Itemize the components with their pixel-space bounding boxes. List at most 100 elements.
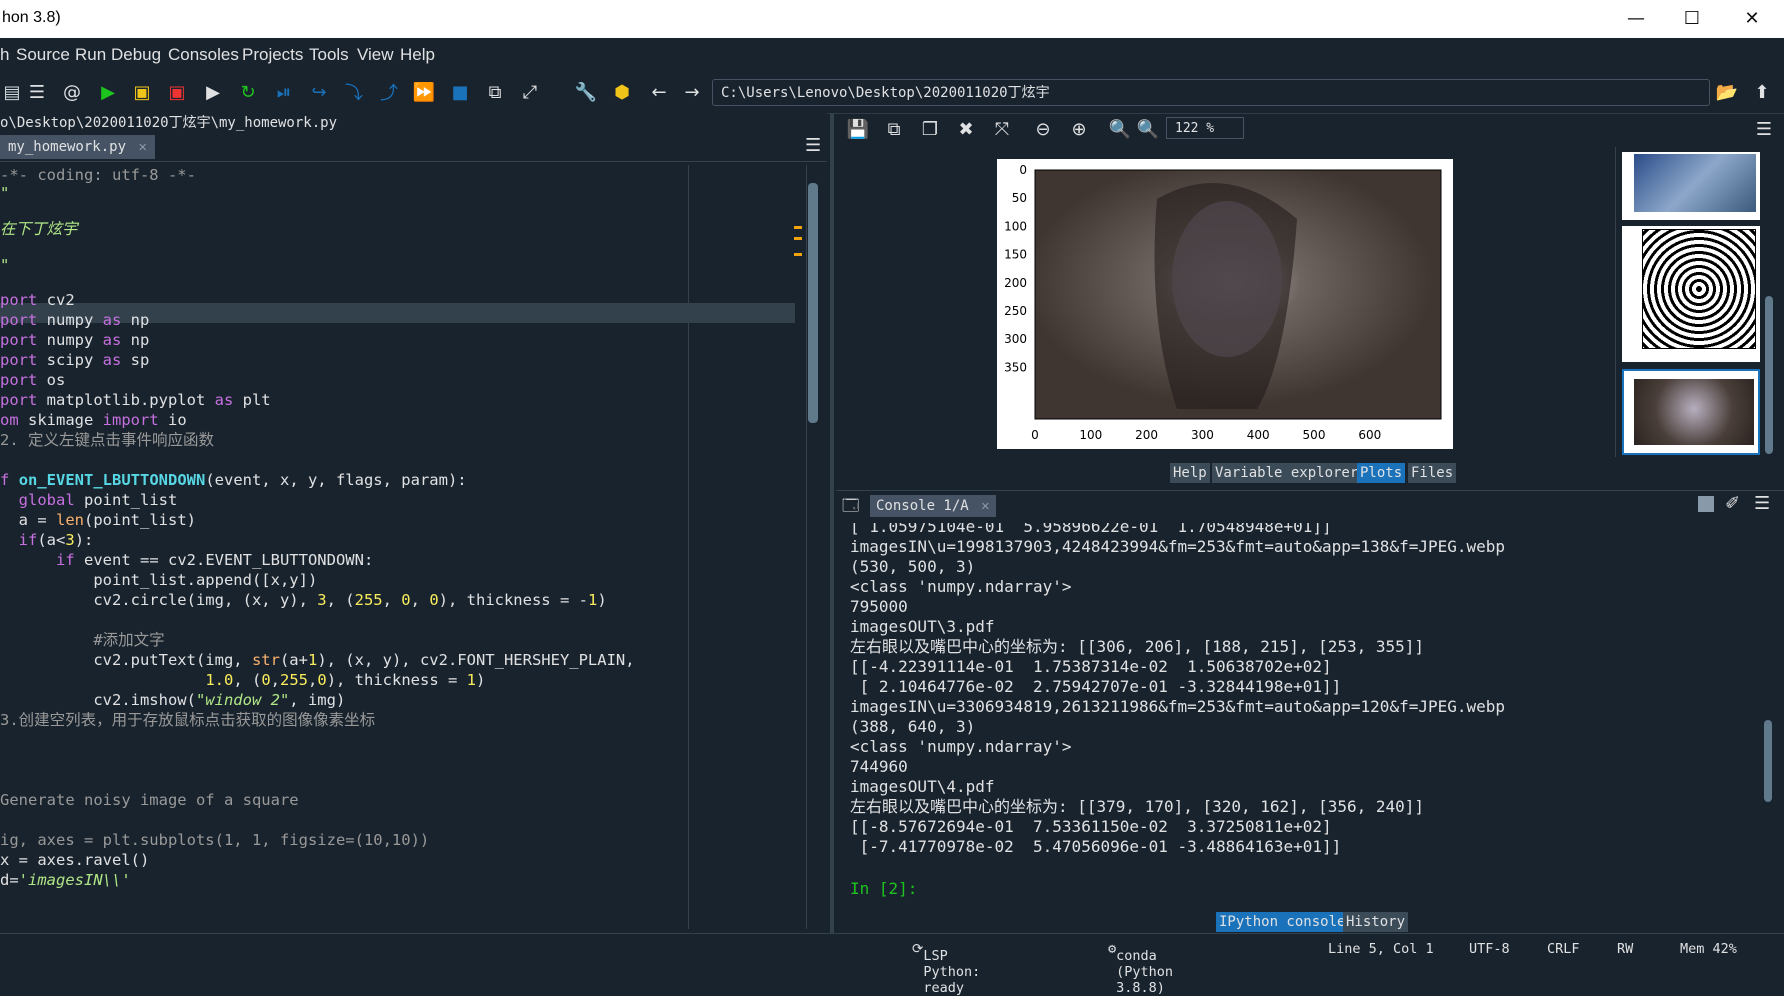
preferences-wrench-icon[interactable]: 🔧 <box>574 80 598 104</box>
console-tab-close-icon[interactable]: ✕ <box>981 498 989 514</box>
back-arrow-icon[interactable]: ← <box>647 80 671 104</box>
tab-files[interactable]: Files <box>1408 463 1457 483</box>
console-line: imagesOUT\3.pdf <box>850 617 995 636</box>
run-icon[interactable]: ▶ <box>96 80 120 104</box>
tab-ipython-console[interactable]: IPython console <box>1216 912 1349 932</box>
y-tick-label: 250 <box>1004 304 1027 318</box>
step-return-icon[interactable]: ⤴ <box>377 80 401 104</box>
console-line: 744960 <box>850 757 908 776</box>
console-line: imagesIN\u=1998137903,4248423994&fm=253&… <box>850 537 1506 556</box>
zoom-in-icon[interactable]: 🔍 <box>1136 117 1160 141</box>
save-all-plots-icon[interactable]: ⧉ <box>882 117 906 141</box>
warning-marker <box>794 226 802 229</box>
x-tick-label: 0 <box>1031 428 1039 442</box>
plot-axes-svg: 0 50 100 150 200 250 300 350 0 100 200 300 400 500 60… <box>1004 163 1442 442</box>
menu-help[interactable]: Help <box>400 45 435 65</box>
save-all-icon[interactable]: ▤ <box>0 80 24 104</box>
at-icon[interactable]: @ <box>60 80 84 104</box>
line-endings: CRLF <box>1547 941 1580 957</box>
menu-debug[interactable]: Debug <box>111 45 161 65</box>
ipython-console[interactable]: [ 1.05975104e-01 5.95896622e-01 1.705489… <box>842 523 1762 903</box>
y-tick-label: 200 <box>1004 276 1027 290</box>
menu-source[interactable]: Source <box>16 45 70 65</box>
outline-icon[interactable]: ☰ <box>25 80 49 104</box>
read-write-status: RW <box>1617 941 1634 957</box>
menu-view[interactable]: View <box>357 45 394 65</box>
y-tick-label: 350 <box>1004 360 1027 374</box>
menu-consoles[interactable]: Consoles <box>168 45 239 65</box>
menu-run[interactable]: Run <box>75 45 106 65</box>
clear-console-icon[interactable]: ✐ <box>1725 493 1740 514</box>
menu-projects[interactable]: Projects <box>242 45 303 65</box>
tab-close-icon[interactable]: ✕ <box>138 139 146 155</box>
console-prompt[interactable]: In [2]: <box>850 879 917 899</box>
editor-scrollbar-thumb[interactable] <box>808 183 818 423</box>
remove-all-plots-icon[interactable]: ⤧ <box>990 117 1014 141</box>
code-line: port numpy as np <box>0 331 150 349</box>
up-directory-icon[interactable]: ⬆ <box>1750 80 1774 104</box>
editor-file-tab[interactable]: my_homework.py ✕ <box>0 135 155 159</box>
console-window-icon: 🗔 <box>842 496 860 515</box>
step-icon[interactable]: ↪ <box>307 80 331 104</box>
debug-icon[interactable]: ⏯ <box>272 80 296 104</box>
continue-icon[interactable]: ⏩ <box>412 80 436 104</box>
zoom-out-icon[interactable]: 🔍 <box>1108 117 1132 141</box>
zoom-level-field[interactable]: 122 % <box>1166 117 1244 139</box>
console-line: <class 'numpy.ndarray'> <box>850 577 1072 596</box>
code-line: ig, axes = plt.subplots(1, 1, figsize=(1… <box>0 831 430 849</box>
window-title: hon 3.8) <box>2 9 61 26</box>
forward-arrow-icon[interactable]: → <box>680 80 704 104</box>
plot-thumbnail-3-selected[interactable] <box>1622 369 1760 455</box>
remove-plot-icon[interactable]: ✖ <box>954 117 978 141</box>
step-into-icon[interactable]: ⤵ <box>342 80 366 104</box>
console-tab[interactable]: Console 1/A ✕ <box>870 495 996 517</box>
x-tick-label: 400 <box>1247 428 1270 442</box>
code-line: #添加文字 <box>0 631 165 649</box>
status-bar: ⟳ LSP Python: ready ⚙ conda (Python 3.8.… <box>0 933 1784 996</box>
code-line: a = len(point_list) <box>0 511 196 529</box>
thumbnail-scrollbar[interactable] <box>1765 296 1773 454</box>
menu-tools[interactable]: Tools <box>309 45 349 65</box>
code-line: cv2.circle(img, (x, y), 3, (255, 0, 0), … <box>0 591 607 609</box>
console-line: imagesIN\u=3306934819,2613211986&fm=253&… <box>850 697 1506 716</box>
stop-console-icon[interactable] <box>1698 496 1714 512</box>
minimize-button[interactable]: — <box>1611 6 1661 32</box>
tab-variable-explorer[interactable]: Variable explorer <box>1212 463 1362 483</box>
plot-thumbnail-2[interactable] <box>1622 226 1760 362</box>
console-tabbar: 🗔 Console 1/A ✕ ✐ ☰ <box>836 490 1784 521</box>
lsp-status: ⟳ LSP Python: ready <box>912 941 981 996</box>
menu-search[interactable]: h <box>0 45 9 65</box>
tab-history[interactable]: History <box>1343 912 1409 932</box>
console-scrollbar-thumb[interactable] <box>1764 720 1772 802</box>
editor-options-icon[interactable]: ☰ <box>805 135 821 156</box>
previous-plot-icon[interactable]: ⊖ <box>1031 117 1055 141</box>
code-line: port scipy as sp <box>0 351 150 369</box>
tab-plots[interactable]: Plots <box>1357 463 1406 483</box>
run-cell-icon[interactable]: ▣ <box>130 80 154 104</box>
maximize-pane-icon[interactable]: ⧉ <box>483 80 507 104</box>
close-button[interactable]: ✕ <box>1727 6 1777 32</box>
run-cell-advance-icon[interactable]: ▣ <box>165 80 189 104</box>
code-line: if event == cv2.EVENT_LBUTTONDOWN: <box>56 551 374 569</box>
run-selection-icon[interactable]: ▶ <box>201 80 225 104</box>
y-tick-label: 50 <box>1012 191 1027 205</box>
file-encoding: UTF-8 <box>1469 941 1510 957</box>
next-plot-icon[interactable]: ⊕ <box>1067 117 1091 141</box>
rerun-icon[interactable]: ↻ <box>236 80 260 104</box>
copy-plot-icon[interactable]: ❐ <box>918 117 942 141</box>
plot-thumbnail-1[interactable] <box>1622 152 1760 220</box>
stop-debug-icon[interactable]: ■ <box>448 80 472 104</box>
console-options-icon[interactable]: ☰ <box>1754 493 1770 514</box>
maximize-button[interactable]: ☐ <box>1667 6 1717 32</box>
code-line: 3.创建空列表，用于存放鼠标点击获取的图像像素坐标 <box>0 711 376 729</box>
tab-help[interactable]: Help <box>1170 463 1210 483</box>
save-plot-icon[interactable]: 💾 <box>846 117 870 141</box>
code-editor[interactable]: -*- coding: utf-8 -*- " 在下丁炫宇 " port cv2… <box>0 165 795 929</box>
pane-splitter[interactable] <box>830 113 834 933</box>
working-directory-input[interactable]: C:\Users\Lenovo\Desktop\2020011020丁炫宇 <box>712 79 1710 106</box>
plots-options-icon[interactable]: ☰ <box>1752 117 1776 141</box>
python-path-icon[interactable]: ⬢ <box>610 80 634 104</box>
folder-open-icon[interactable]: 📂 <box>1715 80 1739 104</box>
console-line: [-7.41770978e-02 5.47056096e-01 -3.48864… <box>850 837 1342 856</box>
fullscreen-icon[interactable]: ⤢ <box>518 80 542 104</box>
